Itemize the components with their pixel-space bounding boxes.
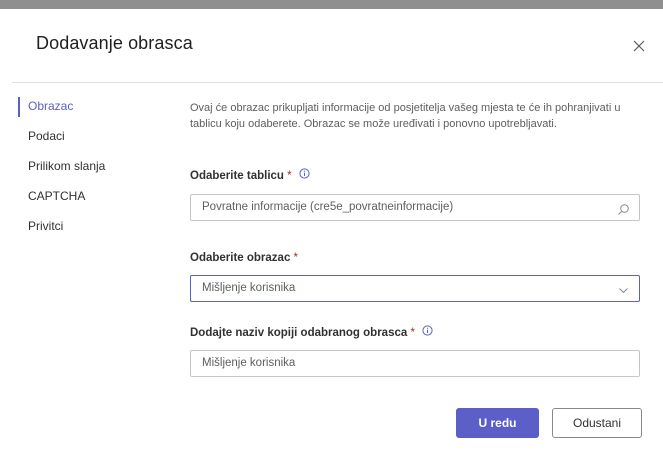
nav-item-privitci[interactable]: Privitci [18,217,178,247]
cancel-button[interactable]: Odustani [552,408,642,438]
search-icon [617,201,630,215]
table-label-text: Odaberite tablicu [190,170,284,183]
copy-name-value: Mišljenje korisnika [202,357,296,369]
table-field-label: Odaberite tablicu * [190,168,310,183]
nav-item-captcha[interactable]: CAPTCHA [18,187,178,217]
nav-item-label: CAPTCHA [28,189,86,203]
form-select-dropdown[interactable]: Mišljenje korisnika [190,275,640,302]
required-mark: * [293,252,299,264]
chevron-down-icon [617,282,630,295]
form-description: Ovaj će obrazac prikupljati informacije … [190,102,621,130]
name-label-text: Dodajte naziv kopiji odabranog obrasca [190,327,408,340]
dialog-nav: Obrazac Podaci Prilikom slanja CAPTCHA P… [18,97,178,247]
nav-item-label: Podaci [28,129,65,143]
copy-name-input[interactable]: Mišljenje korisnika [190,350,640,377]
close-button[interactable] [630,37,648,55]
required-mark: * [410,327,415,340]
nav-item-label: Obrazac [28,99,74,113]
nav-item-podaci[interactable]: Podaci [18,127,178,157]
top-window-bar [0,0,663,9]
dialog-title: Dodavanje obrasca [36,33,193,53]
table-input-value: Povratne informacije (cre5e_povratneinfo… [202,201,454,213]
required-mark: * [287,170,292,183]
name-field-label: Dodajte naziv kopiji odabranog obrasca * [190,325,433,340]
add-form-dialog: Dodavanje obrasca Obrazac Podaci Priliko… [0,9,663,456]
nav-item-obrazac[interactable]: Obrazac [18,97,178,127]
title-divider [12,82,663,83]
form-select-value: Mišljenje korisnika [202,282,296,294]
nav-item-prilikom-slanja[interactable]: Prilikom slanja [18,157,178,187]
nav-item-label: Prilikom slanja [28,159,106,173]
nav-item-label: Privitci [28,219,64,233]
form-label-text: Odaberite obrazac [190,252,291,264]
info-icon[interactable] [299,168,310,182]
table-search-input[interactable]: Povratne informacije (cre5e_povratneinfo… [190,194,640,221]
close-icon [633,40,645,52]
ok-button[interactable]: U redu [456,408,539,438]
form-field-label: Odaberite obrazac * [190,252,298,264]
info-icon[interactable] [422,325,433,339]
